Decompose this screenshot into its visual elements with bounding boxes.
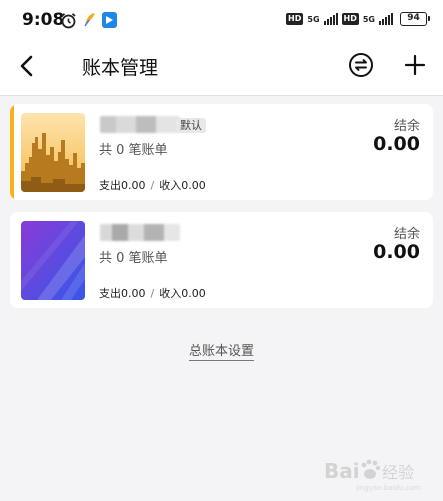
income-total: 收入0.00 — [159, 179, 206, 192]
network-label: 5G — [307, 14, 320, 24]
bill-count: 共 0 笔账单 — [99, 143, 168, 158]
back-icon[interactable] — [14, 52, 42, 80]
balance-label: 结余 — [393, 227, 420, 242]
signal-icon — [323, 13, 338, 25]
hd-badge: HD — [286, 13, 304, 25]
balance-value: 0.00 — [373, 241, 420, 263]
settings-link-row: 总账本设置 — [0, 340, 443, 361]
all-books-settings-link[interactable]: 总账本设置 — [188, 344, 254, 361]
svg-text:Bai: Bai — [324, 459, 360, 483]
app-notification-icon — [102, 12, 117, 28]
network-label: 5G — [362, 14, 375, 24]
svg-text:jingyan.baidu.com: jingyan.baidu.com — [355, 484, 421, 492]
feather-notification-icon — [84, 13, 95, 27]
page-title: 账本管理 — [82, 57, 159, 79]
book-name-redacted — [100, 224, 180, 241]
hd-badge: HD — [341, 13, 359, 25]
expense-total: 支出0.00 — [99, 179, 146, 192]
watermark-logo: Bai 经验 jingyan.baidu.com — [324, 459, 421, 492]
bill-count: 共 0 笔账单 — [99, 251, 168, 266]
status-indicators: HD 5G HD 5G 94 — [286, 12, 430, 26]
add-icon[interactable] — [402, 52, 428, 78]
balance-value: 0.00 — [373, 133, 420, 155]
city-cover-icon — [21, 113, 85, 192]
default-indicator — [10, 104, 14, 200]
status-time: 9:08 — [22, 10, 65, 30]
expense-total: 支出0.00 — [99, 287, 146, 300]
switch-book-icon[interactable] — [348, 52, 374, 78]
alarm-icon — [61, 13, 76, 29]
flow-separator: / — [150, 287, 155, 300]
app-header: 账本管理 — [0, 40, 443, 96]
balance-label: 结余 — [393, 119, 420, 134]
signal-icon — [379, 13, 393, 25]
income-total: 收入0.00 — [159, 287, 206, 300]
flow-separator: / — [150, 179, 155, 192]
default-badge: 默认 — [176, 118, 206, 133]
flow-summary: 支出0.00 / 收入0.00 — [99, 285, 206, 301]
book-name-redacted — [100, 116, 180, 133]
flow-summary: 支出0.00 / 收入0.00 — [99, 177, 206, 193]
gradient-cover-icon — [21, 221, 85, 300]
book-card[interactable]: 共 0 笔账单 支出0.00 / 收入0.00 结余 0.00 — [10, 212, 433, 308]
svg-text:经验: 经验 — [382, 463, 414, 482]
battery-icon: 94 — [400, 12, 430, 26]
status-bar: 9:08 HD 5G HD 5G 94 — [0, 0, 443, 40]
book-card[interactable]: 默认 共 0 笔账单 支出0.00 / 收入0.00 结余 0.00 — [10, 104, 433, 200]
